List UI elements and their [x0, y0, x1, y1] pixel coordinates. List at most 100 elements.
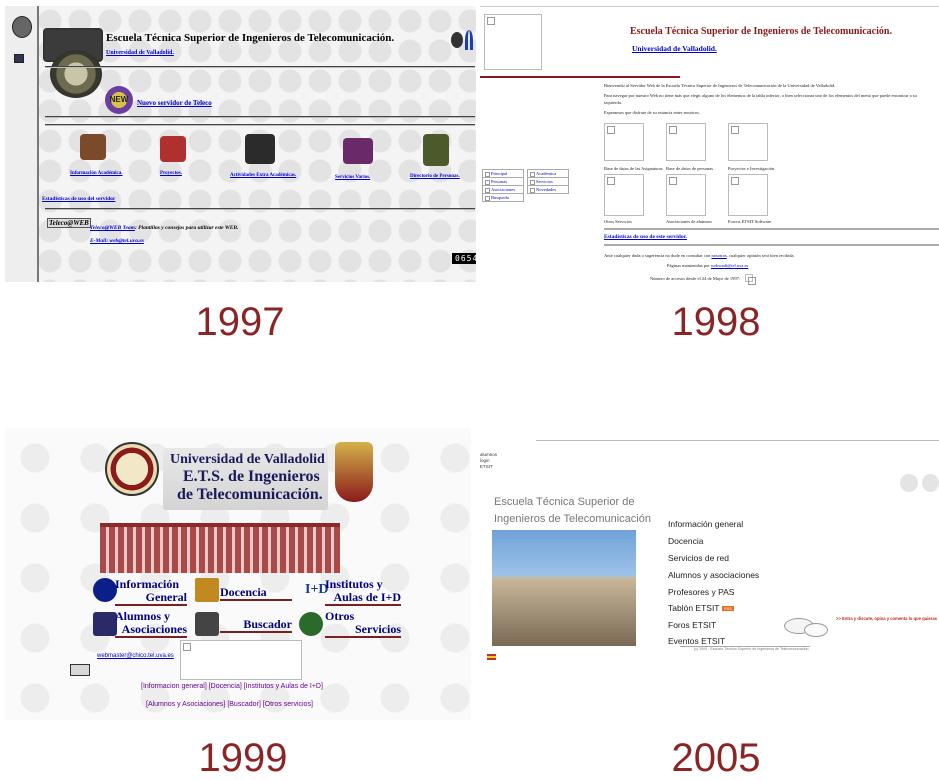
academic-info-link[interactable]: Información Académica.	[70, 171, 123, 176]
services-link[interactable]: Servicios Varios.	[335, 175, 370, 180]
maintainer-line: Páginas mantenidas por webwadi@tel.uva.e…	[667, 263, 749, 268]
flag-icon[interactable]	[487, 654, 496, 660]
grid-label-other[interactable]: Otros Servicios	[604, 219, 632, 224]
frame-toggle-icon[interactable]	[14, 54, 24, 63]
copyright-text: (c) 2005 · Escuela Técnica Superior de I…	[694, 647, 809, 651]
grid-image-associations[interactable]	[666, 174, 706, 216]
access-counter-text: Número de accesos desde el 24 de Mayo de…	[650, 276, 741, 281]
people-directory-link[interactable]: Directorio de Personas.	[410, 174, 460, 179]
grid-image-other[interactable]	[604, 174, 644, 216]
menu-students[interactable]: Alumnos y asociaciones	[668, 570, 759, 580]
email-link[interactable]: E-Mail: web@tel.uva.es	[90, 238, 144, 244]
nav-help-text-2: izquierda.	[604, 100, 622, 105]
team-logo: Teleco@WEB	[47, 218, 91, 228]
grid-image-projects[interactable]	[728, 123, 768, 161]
stats-link[interactable]: Estadisticas de uso del servidor	[42, 196, 115, 202]
contact-link[interactable]: nosotros	[711, 253, 726, 258]
projects-icon[interactable]	[160, 136, 186, 162]
menu-board[interactable]: Tablón ETSIT RSS	[668, 603, 734, 613]
header-rule	[480, 76, 680, 78]
maintainer-link[interactable]: webwadi@tel.uva.es	[711, 263, 748, 268]
team-link[interactable]: Teleco@WEB Team	[90, 225, 135, 231]
building-icon[interactable]	[195, 578, 219, 602]
services-icon[interactable]	[343, 138, 373, 164]
title-university: Universidad de Valladolid	[170, 452, 325, 467]
nav-other-services[interactable]: Otros Servicios	[325, 610, 401, 638]
top-rule	[480, 6, 939, 7]
menu-staff[interactable]: Profesores y PAS	[668, 587, 734, 597]
extra-activities-link[interactable]: Actividades Extra Académicas.	[230, 173, 296, 178]
building-facade-image	[100, 523, 340, 573]
menu-docencia[interactable]: Docencia	[668, 536, 703, 546]
welcome-text: Bienvenido al Servidor Web de la Escuela…	[604, 83, 836, 88]
contact-line: Ante cualquier duda o sugerencia no dude…	[604, 253, 795, 258]
footer-links-row-1[interactable]: [Informacion general] [Docencia] [Instit…	[141, 683, 323, 690]
university-link[interactable]: Universidad de Valladolid.	[632, 44, 717, 53]
nav-general-info[interactable]: Información General	[115, 578, 187, 606]
menu-events[interactable]: Eventos ETSIT	[668, 636, 725, 646]
university-seal-icon	[105, 442, 159, 496]
divider	[45, 124, 475, 126]
seal-icon[interactable]	[12, 16, 32, 38]
stats-link[interactable]: Estadísticas de uso de este servidor.	[604, 234, 687, 240]
globe-icon	[451, 32, 463, 48]
title-telecom: de Telecomunicación.	[177, 486, 323, 503]
top-rule	[536, 440, 939, 441]
building-photo	[492, 530, 636, 646]
nav-institutes[interactable]: Institutos y Aulas de I+D	[325, 578, 401, 606]
menu-item-busqueda[interactable]: Busqueda	[482, 193, 524, 202]
menu-network-services[interactable]: Servicios de red	[668, 553, 729, 563]
hope-text: Esperamos que disfrute de su estancia en…	[604, 110, 700, 115]
grid-image-people[interactable]	[666, 123, 706, 161]
grid-label-projects[interactable]: Proyectos e Investigación	[728, 166, 774, 171]
menu-general-info[interactable]: Información general	[668, 519, 743, 529]
projects-link[interactable]: Proyectos.	[160, 171, 182, 176]
new-badge-icon: NEW	[105, 86, 133, 114]
speech-bubble-icon-2	[804, 623, 828, 637]
year-caption-1997: 1997	[195, 300, 285, 344]
university-link[interactable]: Universidad de Valladolid.	[106, 50, 174, 56]
top-links: alumnos login ETSIT	[480, 452, 497, 470]
grid-label-subjects[interactable]: Base de datos de las Asignaturas	[604, 166, 663, 171]
year-caption-1998: 1998	[671, 300, 761, 344]
magnifier-icon[interactable]	[195, 612, 219, 636]
webmaster-email-link[interactable]: webmaster@chico.tel.uva.es	[97, 653, 174, 659]
counter-image-placeholder	[745, 274, 756, 285]
academic-info-icon[interactable]	[80, 134, 106, 160]
top-link-etsit[interactable]: ETSIT	[480, 464, 497, 470]
globe-icon[interactable]	[299, 612, 323, 636]
divider	[45, 66, 475, 68]
page-title: Escuela Técnica Superior de Ingenieros d…	[106, 32, 395, 44]
visit-counter: 06549	[452, 253, 476, 264]
forum-promo-link[interactable]: >> Entra y discute, opina y comenta lo q…	[836, 616, 937, 621]
left-frame-1997	[5, 6, 39, 282]
menu-forums[interactable]: Foros ETSIT	[668, 620, 716, 630]
logo-image-placeholder	[484, 14, 542, 70]
nav-help-text: Para navegar por nuestro Web no tiene má…	[604, 93, 917, 98]
nav-students[interactable]: Alumnos y Asociaciones	[115, 610, 187, 638]
students-icon[interactable]	[93, 612, 117, 636]
title-school: E.T.S. de Ingenieros	[183, 468, 320, 485]
menu-item-novedades[interactable]: Novedades	[527, 185, 569, 194]
year-caption-2005: 2005	[671, 736, 761, 780]
footer-links-row-2[interactable]: [Alumnos y Asociaciones] [Buscador] [Otr…	[146, 701, 313, 708]
grid-image-forums[interactable]	[728, 174, 768, 216]
grid-label-associations[interactable]: Asociaciones de alumnos	[666, 219, 712, 224]
team-line: Teleco@WEB Team: Plantillas y consejos p…	[90, 225, 238, 231]
grid-label-forums[interactable]: Foroos ETSIT Software	[728, 219, 771, 224]
nav-docencia[interactable]: Docencia	[220, 586, 292, 601]
extra-activities-icon[interactable]	[245, 134, 275, 164]
grid-label-people[interactable]: Base de datos de personas	[666, 166, 713, 171]
divider	[604, 228, 939, 230]
divider	[45, 116, 475, 118]
people-directory-icon[interactable]	[423, 134, 449, 166]
nav-search[interactable]: Buscador	[220, 618, 292, 633]
grid-image-subjects[interactable]	[604, 123, 644, 161]
new-server-link[interactable]: Nuevo servidor de Teleco	[137, 99, 212, 107]
mailbox-icon[interactable]	[70, 664, 90, 676]
rss-icon[interactable]: RSS	[721, 606, 734, 612]
screenshot-1997: Escuela Técnica Superior de Ingenieros d…	[5, 6, 476, 282]
info-icon[interactable]	[93, 578, 117, 602]
university-seal-icon	[50, 50, 102, 98]
title-line-1: Escuela Técnica Superior de	[494, 496, 635, 508]
